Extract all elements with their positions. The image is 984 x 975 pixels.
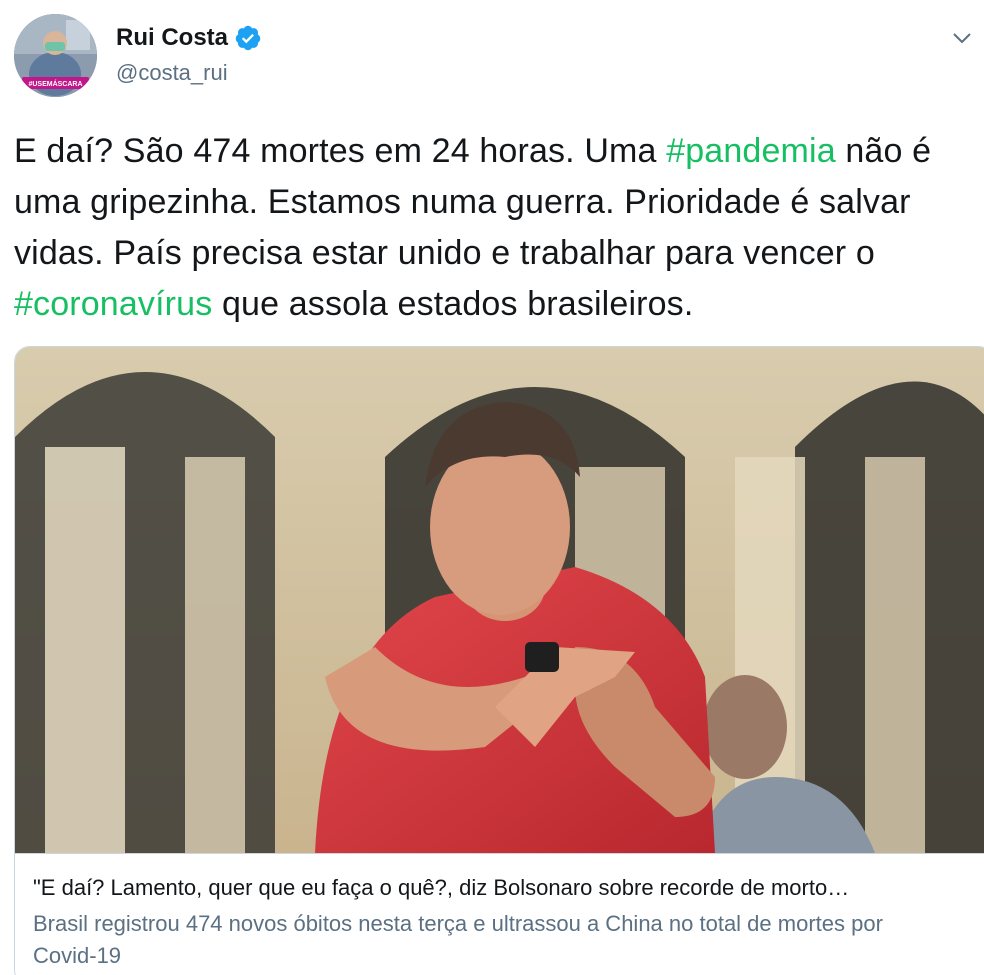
avatar-image: #USEMÁSCARA xyxy=(14,14,97,97)
author-handle[interactable]: @costa_rui xyxy=(116,60,228,86)
card-meta: "E daí? Lamento, quer que eu faça o quê?… xyxy=(15,853,984,972)
author-name[interactable]: Rui Costa xyxy=(116,24,228,52)
author-name-row: Rui Costa xyxy=(116,24,262,52)
tweet-text-segment: E daí? São 474 mortes em 24 horas. Uma xyxy=(14,132,667,170)
verified-badge-icon xyxy=(235,25,261,51)
chevron-down-icon[interactable] xyxy=(950,26,974,50)
card-description: Brasil registrou 474 novos óbitos nesta … xyxy=(33,911,883,968)
card-title[interactable]: "E daí? Lamento, quer que eu faça o quê?… xyxy=(33,874,977,902)
tweet-text: E daí? São 474 mortes em 24 horas. Uma #… xyxy=(14,126,984,330)
tweet: #USEMÁSCARA Rui Costa @costa_rui E daí? … xyxy=(0,0,984,975)
card-image[interactable] xyxy=(15,347,984,853)
tweet-text-segment: que assola estados brasileiros. xyxy=(212,285,694,323)
link-preview-card[interactable]: "E daí? Lamento, quer que eu faça o quê?… xyxy=(14,346,984,975)
hashtag-link-pandemia[interactable]: #pandemia xyxy=(666,132,836,170)
hashtag-link-coronavirus[interactable]: #coronavírus xyxy=(14,285,212,323)
avatar[interactable]: #USEMÁSCARA xyxy=(14,14,97,97)
avatar-badge-text: #USEMÁSCARA xyxy=(28,79,82,88)
